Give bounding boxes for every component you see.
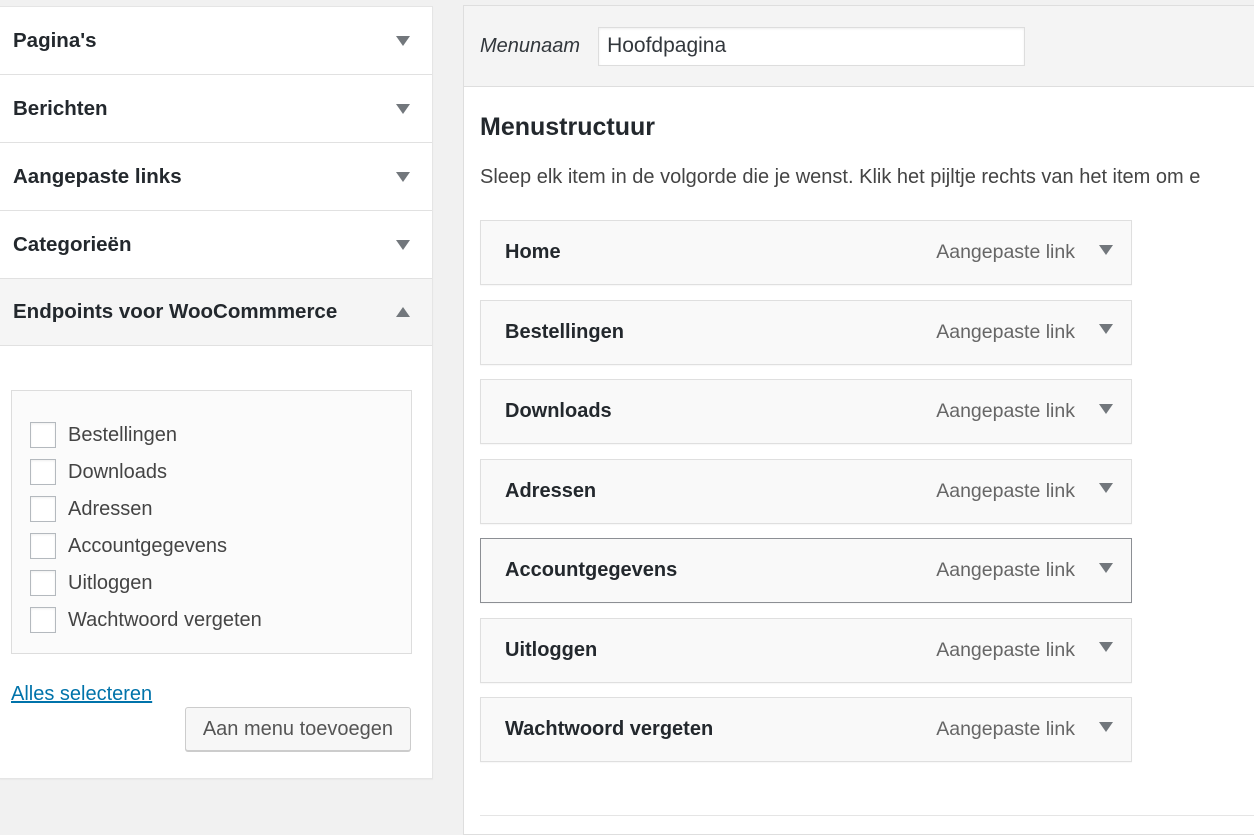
triangle-down-icon: [1099, 244, 1113, 255]
menu-editor-panel: Menunaam Menustructuur Sleep elk item in…: [463, 5, 1254, 835]
checkbox-label: Accountgegevens: [68, 535, 228, 557]
menu-header: Menunaam: [464, 6, 1254, 87]
accordion-header-woocommerce-endpoints[interactable]: Endpoints voor WooCommmerce: [0, 279, 432, 346]
menu-item-type: Aangepaste link: [936, 718, 1075, 740]
menu-item-accountgegevens[interactable]: Accountgegevens Aangepaste link: [480, 538, 1132, 603]
menu-item-title: Downloads: [505, 400, 612, 422]
menu-item-home[interactable]: Home Aangepaste link: [480, 220, 1132, 285]
triangle-down-icon: [1099, 562, 1113, 573]
menu-item-title: Bestellingen: [505, 320, 624, 343]
menu-item-adressen[interactable]: Adressen Aangepaste link: [480, 458, 1132, 524]
menu-structure-title: Menustructuur: [480, 113, 655, 141]
checkbox-label: Downloads: [68, 461, 167, 483]
menu-item-type: Aangepaste link: [936, 400, 1075, 422]
menu-structure: Menustructuur Sleep elk item in de volgo…: [464, 87, 1254, 762]
accordion-section-custom-links: Aangepaste links: [0, 143, 432, 211]
menu-item-list: Home Aangepaste link Bestellingen Aangep…: [480, 220, 1254, 762]
expand-item-button[interactable]: [1099, 721, 1113, 733]
endpoint-option-wachtwoord-vergeten[interactable]: Wachtwoord vergeten: [30, 602, 411, 639]
select-all-link[interactable]: Alles selecteren: [11, 683, 152, 706]
add-menu-items-panel: Pagina's Berichten Aangepaste links Cate…: [0, 6, 433, 779]
endpoint-option-downloads[interactable]: Downloads: [30, 454, 411, 491]
menu-item-type: Aangepaste link: [936, 241, 1075, 263]
accordion-section-pages: Pagina's: [0, 7, 432, 75]
accordion-section-categories: Categorieën: [0, 211, 432, 279]
expand-item-button[interactable]: [1099, 244, 1113, 256]
expand-item-button[interactable]: [1099, 403, 1113, 415]
menu-item-type: Aangepaste link: [936, 638, 1075, 661]
divider: [480, 815, 1254, 816]
accordion-title: Endpoints voor WooCommmerce: [13, 300, 338, 323]
triangle-down-icon: [396, 103, 410, 114]
expand-item-button[interactable]: [1099, 323, 1113, 335]
menu-item-type: Aangepaste link: [936, 559, 1075, 581]
accordion-header-custom-links[interactable]: Aangepaste links: [0, 143, 432, 210]
menu-item-wachtwoord-vergeten[interactable]: Wachtwoord vergeten Aangepaste link: [480, 697, 1132, 762]
expand-item-button[interactable]: [1099, 482, 1113, 494]
checkbox[interactable]: [30, 532, 56, 559]
menu-item-title: Uitloggen: [505, 638, 598, 661]
checkbox-label: Wachtwoord vergeten: [68, 609, 262, 631]
accordion-header-pages[interactable]: Pagina's: [0, 7, 432, 74]
menu-item-title: Adressen: [505, 479, 597, 502]
triangle-up-icon: [396, 307, 410, 317]
triangle-down-icon: [1099, 483, 1113, 493]
menu-name-input[interactable]: [598, 26, 1026, 66]
expand-item-button[interactable]: [1099, 562, 1113, 574]
triangle-down-icon: [396, 171, 410, 182]
add-to-menu-button[interactable]: Aan menu toevoegen: [184, 707, 411, 751]
expand-item-button[interactable]: [1099, 641, 1113, 653]
menu-structure-description: Sleep elk item in de volgorde die je wen…: [480, 166, 1201, 188]
endpoint-option-bestellingen[interactable]: Bestellingen: [30, 417, 411, 454]
accordion-header-posts[interactable]: Berichten: [0, 75, 432, 142]
endpoint-option-adressen[interactable]: Adressen: [30, 491, 411, 528]
menu-item-title: Home: [505, 241, 561, 263]
accordion-section-woocommerce-endpoints: Endpoints voor WooCommmerce Bestellingen…: [0, 279, 432, 706]
menu-item-type: Aangepaste link: [936, 479, 1075, 502]
checkbox-label: Adressen: [68, 498, 153, 520]
checkbox[interactable]: [30, 495, 56, 522]
accordion-section-posts: Berichten: [0, 75, 432, 143]
checkbox[interactable]: [30, 421, 56, 448]
checkbox[interactable]: [30, 458, 56, 485]
menu-name-label: Menunaam: [480, 34, 581, 57]
accordion-header-categories[interactable]: Categorieën: [0, 211, 432, 278]
menu-item-bestellingen[interactable]: Bestellingen Aangepaste link: [480, 299, 1132, 365]
endpoint-checklist: Bestellingen Downloads Adressen Accountg…: [11, 390, 412, 654]
triangle-down-icon: [1099, 721, 1113, 732]
accordion-title: Berichten: [13, 96, 108, 120]
checkbox[interactable]: [30, 606, 56, 633]
menu-item-uitloggen[interactable]: Uitloggen Aangepaste link: [480, 617, 1132, 683]
triangle-down-icon: [1099, 642, 1113, 652]
triangle-down-icon: [1099, 324, 1113, 334]
endpoint-option-uitloggen[interactable]: Uitloggen: [30, 565, 411, 602]
menu-item-type: Aangepaste link: [936, 320, 1075, 343]
menu-item-title: Accountgegevens: [505, 559, 678, 581]
triangle-down-icon: [396, 35, 410, 46]
accordion-title: Pagina's: [13, 28, 97, 52]
triangle-down-icon: [1099, 403, 1113, 414]
checkbox-label: Bestellingen: [68, 424, 177, 446]
endpoint-option-accountgegevens[interactable]: Accountgegevens: [30, 528, 411, 565]
accordion-title: Categorieën: [13, 232, 132, 256]
menu-item-title: Wachtwoord vergeten: [505, 718, 714, 740]
accordion-title: Aangepaste links: [13, 164, 182, 188]
checkbox[interactable]: [30, 569, 56, 596]
checkbox-label: Uitloggen: [68, 572, 153, 594]
menu-item-downloads[interactable]: Downloads Aangepaste link: [480, 379, 1132, 444]
triangle-down-icon: [396, 239, 410, 250]
accordion-body-woocommerce-endpoints: Bestellingen Downloads Adressen Accountg…: [0, 346, 432, 706]
